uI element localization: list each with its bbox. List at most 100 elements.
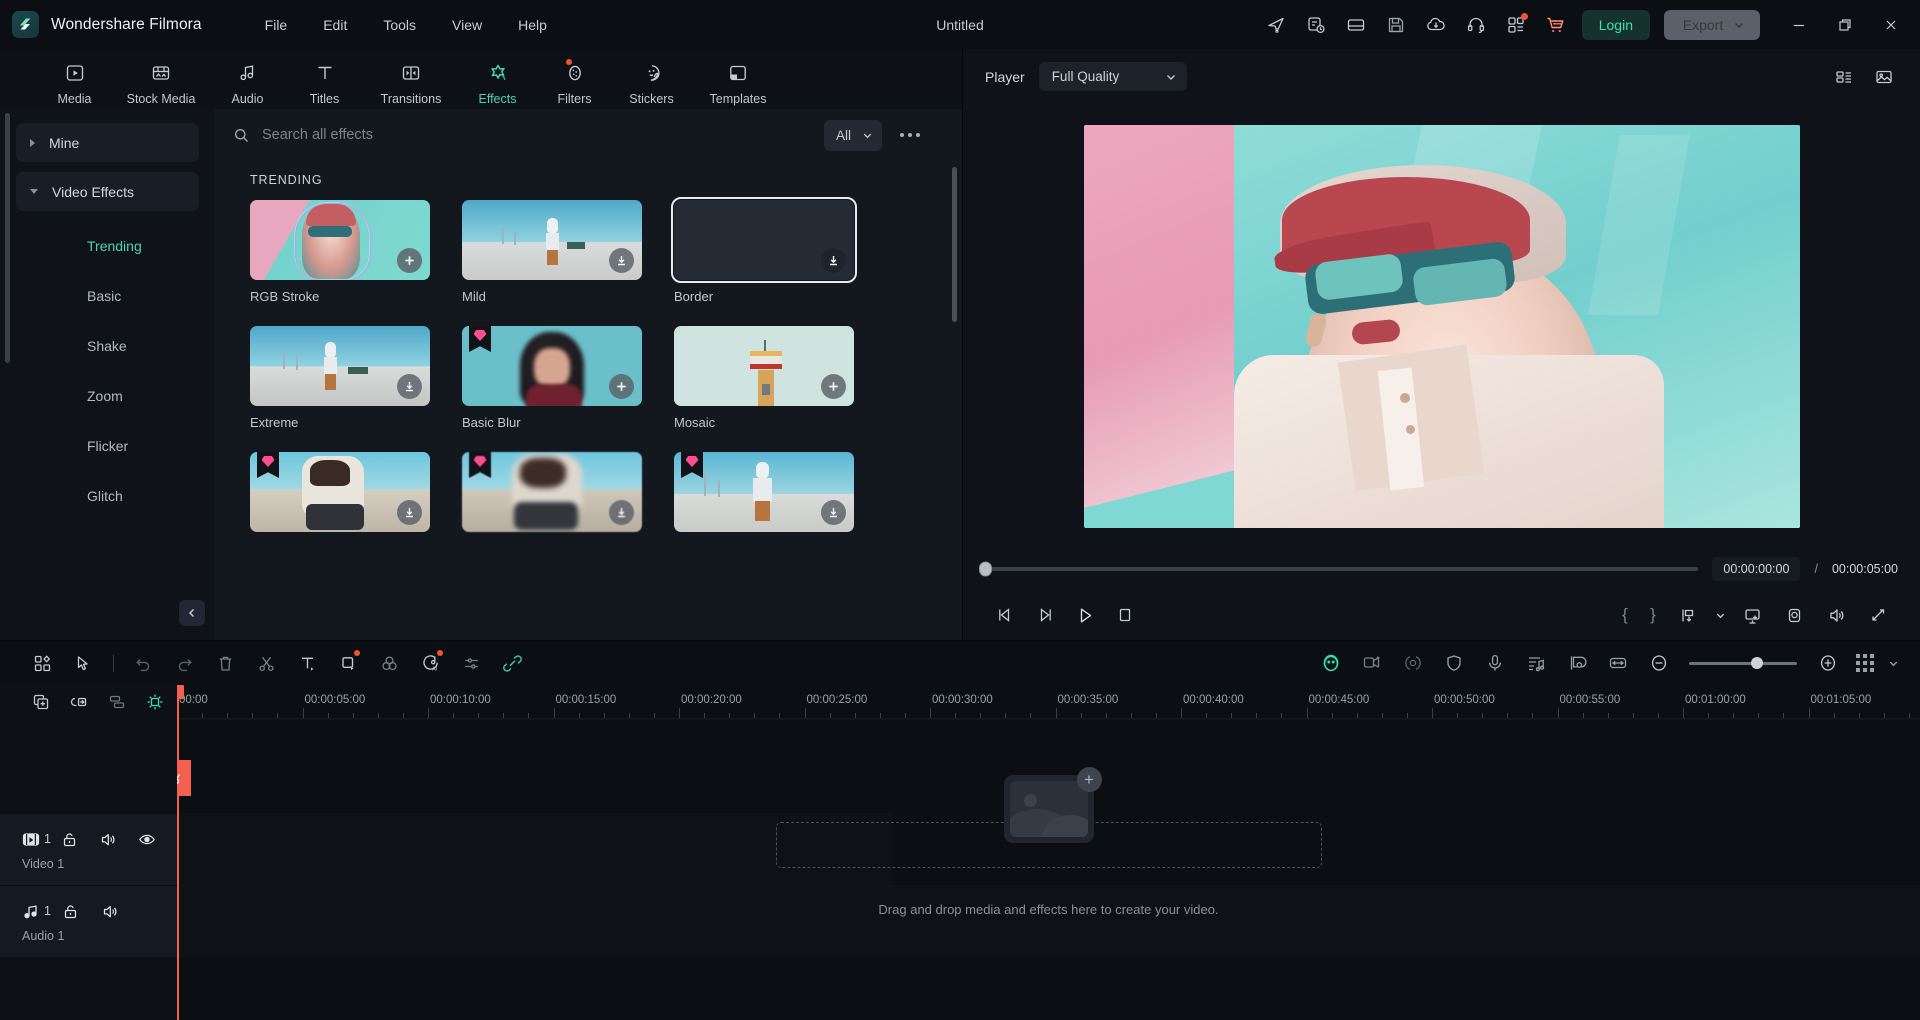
download-effect-button[interactable]: [397, 500, 422, 525]
delete-icon[interactable]: [205, 646, 246, 680]
timeline-ruler[interactable]: 00:0000:00:05:0000:00:10:0000:00:15:0000…: [177, 685, 1920, 719]
track-header-audio-1[interactable]: 1: [0, 885, 177, 957]
sidebar-item-trending[interactable]: Trending: [16, 221, 199, 271]
effect-card[interactable]: RGB Stroke: [250, 200, 430, 304]
split-view-icon[interactable]: [1826, 59, 1862, 95]
redo-icon[interactable]: [164, 646, 205, 680]
download-effect-button[interactable]: [821, 248, 846, 273]
search-input[interactable]: [262, 127, 812, 143]
effect-card[interactable]: [674, 452, 854, 532]
more-options-button[interactable]: [894, 133, 926, 137]
sidebar-item-glitch[interactable]: Glitch: [16, 471, 199, 521]
shield-icon[interactable]: [1433, 646, 1474, 680]
maximize-icon[interactable]: [1822, 0, 1868, 49]
category-scrollbar[interactable]: [5, 113, 10, 363]
effect-thumbnail[interactable]: [462, 200, 642, 280]
mute-icon[interactable]: [100, 828, 139, 850]
quality-dropdown[interactable]: Full Quality: [1039, 62, 1187, 91]
timeline-zoom-slider[interactable]: [1689, 662, 1797, 665]
close-icon[interactable]: [1868, 0, 1914, 49]
fit-icon[interactable]: [1597, 646, 1638, 680]
track-header-video-1[interactable]: 1: [0, 813, 177, 885]
menu-file[interactable]: File: [247, 11, 306, 39]
effect-card[interactable]: Extreme: [250, 326, 430, 430]
zoom-out-button[interactable]: [1638, 646, 1679, 680]
sidebar-item-flicker[interactable]: Flicker: [16, 421, 199, 471]
video-preview[interactable]: [1084, 125, 1800, 528]
menu-view[interactable]: View: [434, 11, 500, 39]
effect-thumbnail[interactable]: [462, 326, 642, 406]
cast-icon[interactable]: [1732, 598, 1772, 632]
beat-detect-icon[interactable]: [1515, 646, 1556, 680]
tab-titles[interactable]: Titles: [286, 56, 363, 106]
tab-media[interactable]: Media: [36, 56, 113, 106]
tab-filters[interactable]: Filters: [536, 56, 613, 106]
mute-icon[interactable]: [102, 900, 142, 922]
sidebar-item-shake[interactable]: Shake: [16, 321, 199, 371]
timeline-view-options-button[interactable]: [1848, 646, 1882, 680]
search-box[interactable]: [233, 127, 812, 144]
adjust-icon[interactable]: [451, 646, 492, 680]
chevron-down-icon[interactable]: [1882, 646, 1904, 680]
eye-icon[interactable]: [138, 828, 177, 850]
effect-thumbnail[interactable]: [674, 200, 854, 280]
mask-icon[interactable]: [1310, 646, 1351, 680]
fullscreen-icon[interactable]: [1858, 598, 1898, 632]
magnet-icon[interactable]: [136, 687, 174, 717]
marker-icon[interactable]: [1556, 646, 1597, 680]
timeline-track-video-1[interactable]: [177, 813, 893, 885]
lock-icon[interactable]: [62, 900, 102, 922]
minimize-icon[interactable]: [1776, 0, 1822, 49]
cut-icon[interactable]: [246, 646, 287, 680]
play-icon[interactable]: [1065, 598, 1105, 632]
prev-frame-icon[interactable]: [985, 598, 1025, 632]
tab-effects[interactable]: Effects: [459, 56, 536, 106]
zoom-slider-handle[interactable]: [1751, 657, 1763, 669]
tab-transitions[interactable]: Transitions: [363, 56, 459, 106]
menu-tools[interactable]: Tools: [365, 11, 434, 39]
lock-icon[interactable]: [61, 828, 100, 850]
playhead-marker[interactable]: [177, 760, 191, 796]
category-group-mine[interactable]: Mine: [16, 123, 199, 162]
menu-edit[interactable]: Edit: [305, 11, 365, 39]
tab-audio[interactable]: Audio: [209, 56, 286, 106]
mark-out-icon[interactable]: }: [1640, 605, 1666, 625]
crop-icon[interactable]: [328, 646, 369, 680]
image-view-icon[interactable]: [1866, 59, 1902, 95]
download-effect-button[interactable]: [609, 500, 634, 525]
apps-grid-icon[interactable]: [1496, 5, 1536, 45]
add-effect-button[interactable]: [609, 374, 634, 399]
effect-thumbnail[interactable]: [462, 452, 642, 532]
templates-icon[interactable]: [22, 646, 63, 680]
collapse-rail-button[interactable]: [179, 600, 205, 626]
volume-icon[interactable]: [1816, 598, 1856, 632]
tab-templates[interactable]: Templates: [690, 56, 786, 106]
snapshot-icon[interactable]: [1774, 598, 1814, 632]
text-icon[interactable]: [287, 646, 328, 680]
link-icon[interactable]: [492, 646, 533, 680]
layout-icon[interactable]: [1336, 5, 1376, 45]
effect-card[interactable]: [462, 452, 642, 532]
effect-thumbnail[interactable]: [250, 200, 430, 280]
export-frame-icon[interactable]: [1668, 598, 1708, 632]
timeline-empty-row[interactable]: [177, 719, 1920, 813]
effect-card[interactable]: Border: [674, 200, 854, 304]
tab-stock-media[interactable]: Stock Media: [113, 56, 209, 106]
color-icon[interactable]: [369, 646, 410, 680]
mark-in-icon[interactable]: {: [1612, 605, 1638, 625]
select-tool-icon[interactable]: [63, 646, 104, 680]
timeline-track-audio-1[interactable]: [177, 885, 1920, 957]
effect-card[interactable]: [250, 452, 430, 532]
effect-card[interactable]: Mild: [462, 200, 642, 304]
login-button[interactable]: Login: [1582, 10, 1650, 40]
motion-tracking-icon[interactable]: [1351, 646, 1392, 680]
group-icon[interactable]: [60, 687, 98, 717]
tab-stickers[interactable]: Stickers: [613, 56, 690, 106]
voiceover-icon[interactable]: [1474, 646, 1515, 680]
filter-dropdown[interactable]: All: [824, 120, 882, 151]
add-effect-button[interactable]: [821, 374, 846, 399]
seek-slider[interactable]: [985, 567, 1698, 571]
effects-scrollbar[interactable]: [952, 167, 957, 322]
task-list-icon[interactable]: [1296, 5, 1336, 45]
effect-thumbnail[interactable]: [674, 326, 854, 406]
